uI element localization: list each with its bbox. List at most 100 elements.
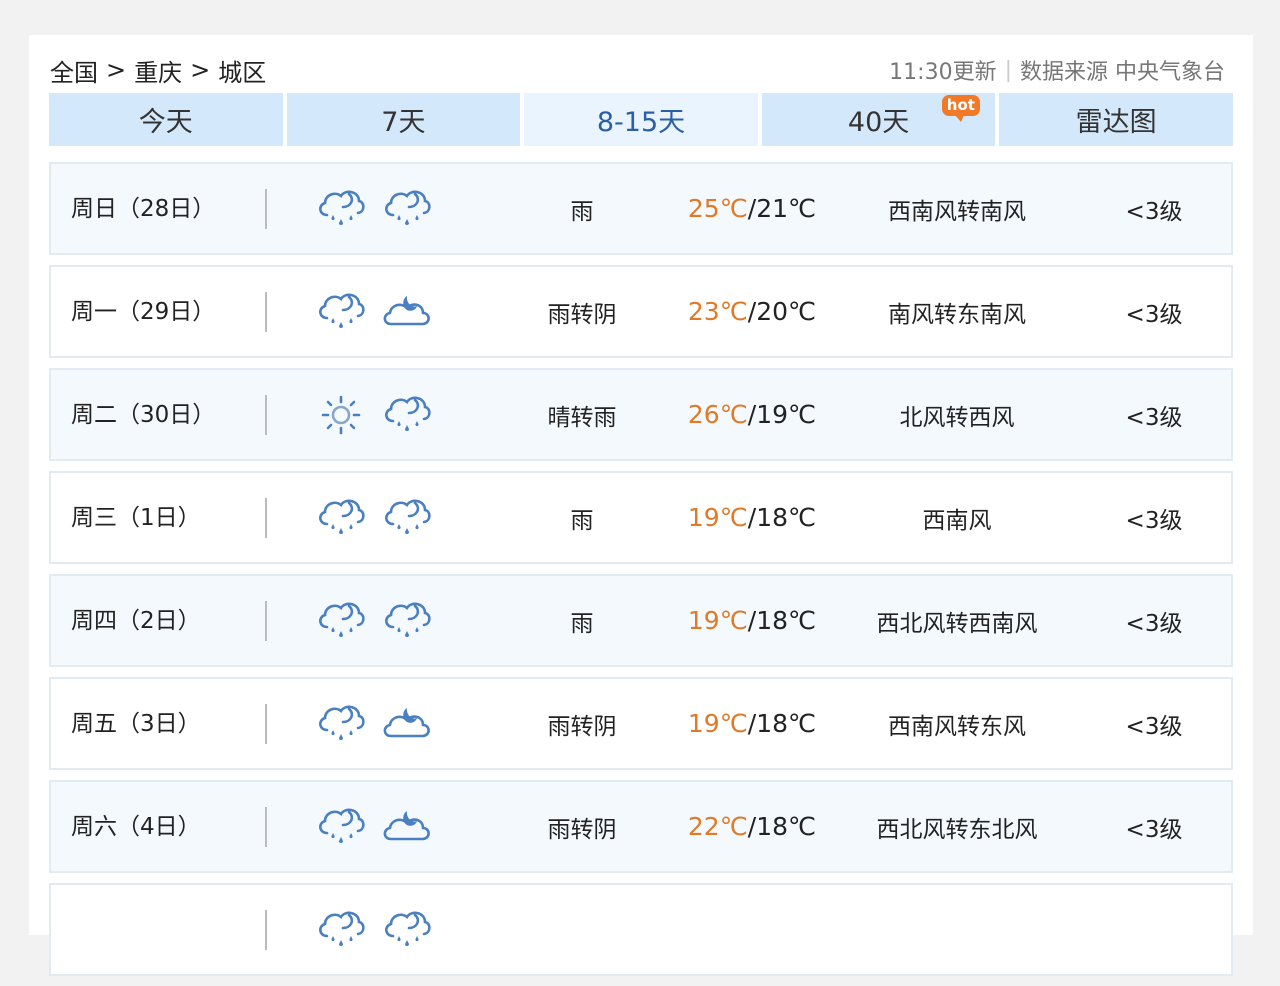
wind-direction: 西北风转西南风	[876, 610, 1038, 637]
cloudy-night-icon	[383, 706, 430, 737]
weather-icons	[267, 700, 497, 748]
rain-cloud-icon	[385, 190, 431, 226]
weather-icons	[267, 906, 497, 954]
forecast-date: 周二（30日）	[51, 394, 267, 435]
weather-desc: 雨转阴	[547, 816, 617, 843]
temp-high: 19℃	[687, 606, 748, 635]
tab-7-days[interactable]: 7天	[286, 93, 521, 146]
temp-slash: /	[747, 709, 757, 738]
temp-slash: /	[747, 400, 757, 429]
temp-low: 18℃	[756, 606, 817, 635]
forecast-row: 周二（30日） 晴转雨 26℃/19℃ 北风转西风 <3级	[49, 368, 1233, 461]
breadcrumb-item-country[interactable]: 全国	[50, 53, 98, 88]
temp-high: 19℃	[687, 709, 748, 738]
tab-8-15-days[interactable]: 8-15天	[524, 93, 758, 146]
tab-label: 雷达图	[1075, 107, 1157, 138]
tab-label: 40天	[847, 107, 910, 138]
temp-low: 18℃	[756, 503, 817, 532]
wind-level: <3级	[1125, 301, 1183, 328]
forecast-date: 周日（28日）	[51, 188, 267, 229]
forecast-date: 周五（3日）	[51, 703, 267, 744]
wind-level: <3级	[1125, 816, 1183, 843]
wind-level: <3级	[1125, 610, 1183, 637]
temperature: 25℃/21℃	[667, 194, 837, 223]
temp-low: 21℃	[756, 194, 817, 223]
forecast-row	[49, 883, 1233, 976]
update-time: 11:30更新	[889, 60, 997, 85]
weather-icons	[267, 597, 497, 645]
wind-level: <3级	[1125, 507, 1183, 534]
forecast-date: 周四（2日）	[51, 600, 267, 641]
weather-desc: 雨转阴	[547, 713, 617, 740]
cloudy-night-icon	[383, 294, 430, 325]
weather-desc: 雨转阴	[547, 301, 617, 328]
weather-desc: 晴转雨	[547, 404, 617, 431]
tab-today[interactable]: 今天	[49, 93, 283, 146]
temp-low: 19℃	[756, 400, 817, 429]
rain-cloud-icon	[385, 911, 431, 947]
weather-icons	[267, 391, 497, 439]
wind-level: <3级	[1125, 713, 1183, 740]
weather-desc: 雨	[570, 610, 594, 637]
forecast-row: 周六（4日） 雨转阴 22℃/18℃ 西北风转东北风 <3级	[49, 780, 1233, 873]
rain-cloud-icon	[319, 499, 365, 535]
temp-low: 18℃	[756, 709, 817, 738]
temperature: 19℃/18℃	[667, 606, 837, 635]
temp-slash: /	[747, 606, 757, 635]
forecast-row: 周一（29日） 雨转阴 23℃/20℃ 南风转东南风 <3级	[49, 265, 1233, 358]
divider: |	[1004, 57, 1012, 83]
tab-radar[interactable]: 雷达图	[999, 93, 1233, 146]
temperature: 23℃/20℃	[667, 297, 837, 326]
hot-badge: hot	[941, 95, 980, 122]
breadcrumb-separator: >	[106, 56, 127, 84]
temp-high: 19℃	[687, 503, 748, 532]
wind-level: <3级	[1125, 198, 1183, 225]
rain-cloud-icon	[385, 499, 431, 535]
rain-cloud-icon	[319, 190, 365, 226]
breadcrumb-separator: >	[190, 56, 211, 84]
breadcrumb-item-province[interactable]: 重庆	[134, 53, 182, 88]
forecast-tabs: 今天 7天 8-15天 40天 hot 雷达图	[49, 93, 1233, 146]
forecast-list: 周日（28日）雨 25℃/21℃ 西南风转南风 <3级 周一（29日） 雨转阴 23℃/20…	[49, 162, 1233, 986]
wind-direction: 西南风	[922, 507, 992, 534]
weather-icons	[267, 803, 497, 851]
temp-low: 18℃	[756, 812, 817, 841]
rain-cloud-icon	[319, 911, 365, 947]
temperature: 26℃/19℃	[667, 400, 837, 429]
wind-direction: 西北风转东北风	[876, 816, 1038, 843]
rain-cloud-icon	[385, 396, 431, 432]
breadcrumb-item-district: 城区	[218, 58, 267, 87]
rain-cloud-icon	[385, 602, 431, 638]
temp-slash: /	[747, 503, 757, 532]
temp-low: 20℃	[756, 297, 817, 326]
temp-slash: /	[747, 812, 757, 841]
weather-icons	[267, 288, 497, 336]
forecast-date: 周一（29日）	[51, 291, 267, 332]
wind-level: <3级	[1125, 404, 1183, 431]
breadcrumb: 全国 > 重庆 > 城区	[50, 53, 267, 88]
wind-direction: 西南风转东风	[888, 713, 1026, 740]
update-info: 11:30更新 | 数据来源 中央气象台	[889, 55, 1225, 86]
forecast-date: 周三（1日）	[51, 497, 267, 538]
temp-high: 26℃	[687, 400, 748, 429]
temp-slash: /	[747, 194, 757, 223]
temperature: 19℃/18℃	[667, 709, 837, 738]
forecast-row: 周三（1日） 雨 19℃/18℃ 西南风 <3级	[49, 471, 1233, 564]
temp-high: 22℃	[687, 812, 748, 841]
temperature: 22℃/18℃	[667, 812, 837, 841]
cloudy-night-icon	[383, 809, 430, 840]
weather-desc: 雨	[570, 198, 594, 225]
wind-direction: 南风转东南风	[888, 301, 1026, 328]
temp-high: 25℃	[687, 194, 748, 223]
tab-label: 7天	[381, 107, 426, 138]
temp-high: 23℃	[687, 297, 748, 326]
rain-cloud-icon	[319, 808, 365, 844]
tab-40-days[interactable]: 40天 hot	[761, 93, 996, 146]
weather-desc: 雨	[570, 507, 594, 534]
tab-label: 今天	[138, 107, 193, 138]
temperature: 19℃/18℃	[667, 503, 837, 532]
wind-direction: 西南风转南风	[888, 198, 1026, 225]
weather-icons	[267, 185, 497, 233]
rain-cloud-icon	[319, 293, 365, 329]
forecast-row: 周四（2日） 雨 19℃/18℃ 西北风转西南风 <3级	[49, 574, 1233, 667]
